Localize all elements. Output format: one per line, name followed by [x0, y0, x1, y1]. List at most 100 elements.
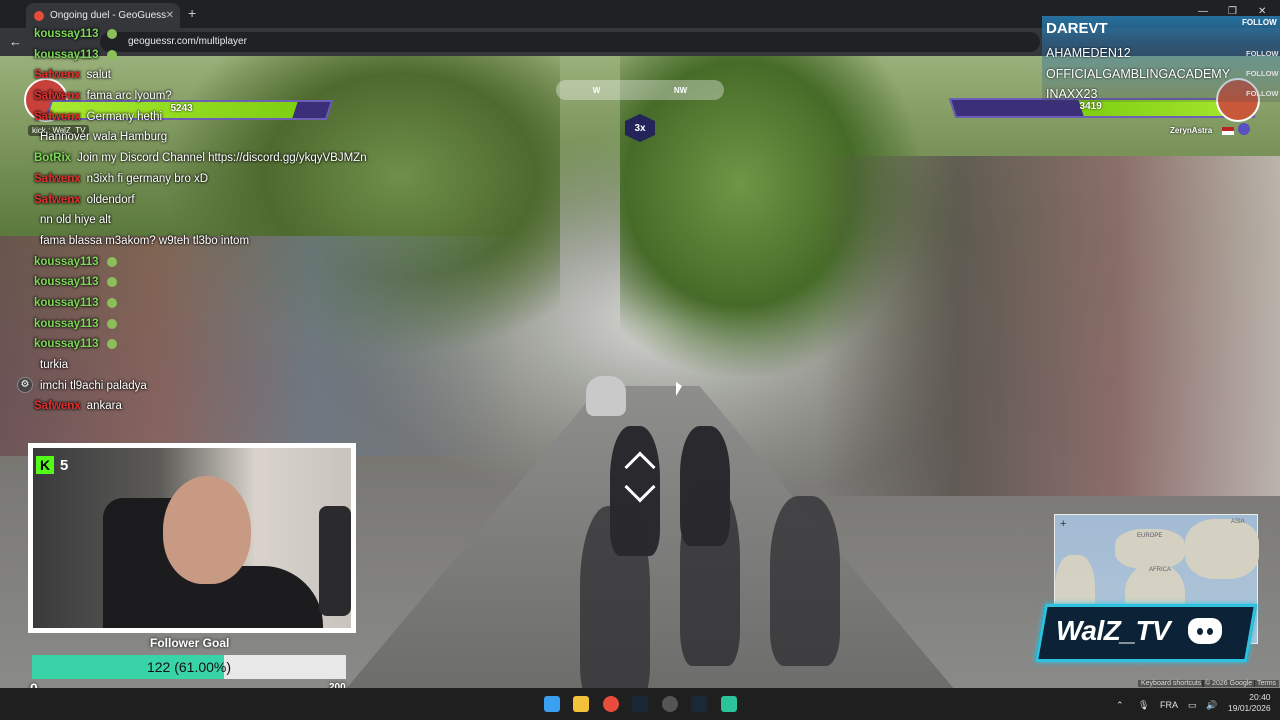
chat-message: BotRix Join my Discord Channel https://di…: [34, 148, 414, 169]
chrome-icon[interactable]: [603, 696, 619, 712]
chat-username: koussay113: [34, 338, 99, 351]
terms-link[interactable]: Terms: [1254, 680, 1280, 687]
chat-username: Safwenx: [34, 69, 81, 82]
chat-text: oldendorf: [86, 193, 135, 206]
chat-username: Safwenx: [34, 193, 81, 206]
opponent-flag-icon: [1222, 127, 1234, 135]
steam-icon[interactable]: [632, 696, 648, 712]
follower-goal-title: Follower Goal: [150, 636, 230, 650]
clock-time: 20:40: [1249, 692, 1271, 702]
windows-start-icon[interactable]: [544, 696, 560, 712]
chat-message: Safwenx ankara: [34, 396, 414, 417]
chat-username: koussay113: [34, 48, 99, 61]
map-label: AFRICA: [1149, 567, 1172, 573]
featured-channel-name: DAREVT: [1046, 20, 1108, 37]
discord-icon: [1188, 618, 1222, 644]
car: [586, 376, 626, 416]
chat-text: Hannover wala Hamburg: [40, 131, 168, 144]
chat-username: Safwenx: [34, 110, 81, 123]
new-tab-icon[interactable]: +: [188, 5, 196, 21]
motorbike-rider: [580, 506, 650, 688]
chat-message: koussay113: [34, 293, 414, 314]
brand-name: WalZ_TV: [1056, 615, 1171, 646]
chat-username: koussay113: [34, 276, 99, 289]
microphone-icon[interactable]: 🎙: [1138, 700, 1149, 711]
chat-message: koussay113: [34, 334, 414, 355]
chat-message: turkia: [34, 355, 414, 376]
chat-message: nn old hiye alt: [34, 210, 414, 231]
compass-letter: NW: [673, 85, 688, 95]
suggested-channel: INAXX23: [1046, 87, 1098, 101]
chat-username: Safwenx: [34, 90, 81, 103]
file-explorer-icon[interactable]: [573, 696, 589, 712]
keyboard-shortcuts-link[interactable]: Keyboard shortcuts: [1138, 680, 1205, 687]
chat-message: koussay113: [34, 252, 414, 273]
chat-username: Safwenx: [34, 172, 81, 185]
chat-username: koussay113: [34, 28, 99, 40]
app-icon[interactable]: [721, 696, 737, 712]
chat-message: fama blassa m3akom? w9teh tl3bo intom: [34, 231, 414, 252]
chat-emote-icon: [106, 256, 117, 267]
chat-text: Germany hethi: [86, 110, 163, 123]
chat-username: koussay113: [34, 296, 99, 309]
chat-emote-icon: [106, 318, 117, 329]
motorbike-rider: [770, 496, 840, 666]
chat-message: Safwenx Germany hethi: [34, 107, 414, 128]
chat-message: Safwenx oldendorf: [34, 190, 414, 211]
close-tab-icon[interactable]: ✕: [166, 10, 174, 21]
clock-date: 19/01/2026: [1228, 703, 1271, 713]
chat-message: Safwenx fama arc lyoum?: [34, 86, 414, 107]
obs-icon[interactable]: [662, 696, 678, 712]
chat-text: nn old hiye alt: [40, 214, 111, 227]
map-copyright: © 2026 Google: [1202, 680, 1256, 687]
tab-title: Ongoing duel - GeoGuessr: [50, 10, 166, 21]
street-view-nav-arrows[interactable]: [612, 451, 668, 508]
chat-text: fama blassa m3akom? w9teh tl3bo intom: [40, 234, 250, 247]
volume-icon[interactable]: 🔊: [1206, 700, 1217, 711]
chat-message: Hannover wala Hamburg: [34, 127, 414, 148]
chat-emote-icon: [106, 339, 117, 350]
webcam-frame: [28, 443, 356, 633]
chat-message: Safwenx n3ixh fi germany bro xD: [34, 169, 414, 190]
chat-text: Join my Discord Channel https://discord.…: [77, 152, 367, 165]
webcam-feed: [33, 448, 351, 628]
network-icon[interactable]: ▭: [1188, 700, 1197, 711]
chat-username: koussay113: [34, 255, 99, 268]
language-indicator[interactable]: FRA: [1160, 700, 1178, 710]
chat-emote-icon: [106, 297, 117, 308]
follow-button[interactable]: FOLLOW: [1246, 69, 1279, 78]
follow-button[interactable]: FOLLOW: [1246, 49, 1279, 58]
map-zoom-in-icon[interactable]: +: [1060, 518, 1066, 530]
follower-goal-bar: 122 (61.00%): [32, 655, 346, 679]
follow-button[interactable]: FOLLOW: [1242, 18, 1277, 27]
steam-icon[interactable]: [691, 696, 707, 712]
motorbike-rider: [680, 486, 740, 666]
chat-username: koussay113: [34, 317, 99, 330]
back-arrow-icon[interactable]: ←: [9, 34, 22, 49]
chat-message: Safwenx salut: [34, 65, 414, 86]
chat-username: BotRix: [34, 152, 72, 165]
chat-username: Safwenx: [34, 400, 81, 413]
tray-chevron-icon[interactable]: ⌃: [1116, 700, 1124, 711]
mouse-cursor-icon: [676, 382, 682, 396]
chat-text: fama arc lyoum?: [86, 90, 172, 103]
streamer-head: [163, 476, 251, 584]
chat-text: imchi tl9achi paladya: [40, 379, 147, 392]
suggested-channel: AHAMEDEN12: [1046, 46, 1131, 60]
chat-emote-icon: [106, 49, 117, 60]
kick-viewer-badge: K 5: [36, 456, 68, 474]
kick-logo-icon: K: [36, 456, 54, 474]
geoguessr-favicon-icon: [34, 10, 44, 21]
move-back-icon[interactable]: [624, 471, 656, 503]
taskbar-clock[interactable]: 20:40 19/01/2026: [1228, 692, 1271, 714]
follower-goal-progress: 122 (61.00%): [146, 659, 232, 675]
kick-viewer-count: 5: [60, 456, 69, 474]
microphone: [319, 506, 351, 616]
map-landmass: [1185, 519, 1259, 579]
chat-message: koussay113: [34, 24, 414, 45]
chat-settings-icon[interactable]: ⚙: [17, 377, 33, 393]
compass-bar: W NW: [556, 80, 724, 100]
stream-chat: koussay113 koussay113 Safwenx salut Safwenx f…: [34, 24, 414, 417]
follow-button[interactable]: FOLLOW: [1246, 89, 1279, 98]
follow-suggestions-panel: DAREVT FOLLOW AHAMEDEN12 FOLLOW OFFICIAL…: [1042, 16, 1280, 102]
